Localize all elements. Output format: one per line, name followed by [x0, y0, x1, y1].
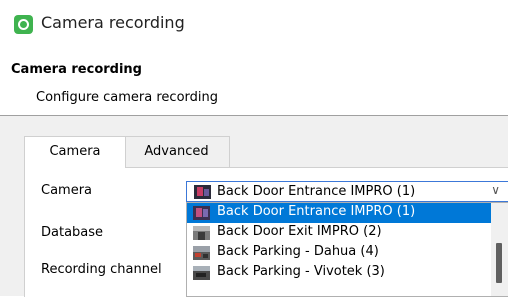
- camera-dropdown-list: Back Door Entrance IMPRO (1) Back Door E…: [186, 202, 508, 297]
- dropdown-option-label: Back Parking - Vivotek (3): [217, 264, 385, 279]
- dropdown-scrollbar[interactable]: [491, 203, 508, 296]
- recording-channel-label: Recording channel: [41, 262, 162, 277]
- camera-thumbnail-icon: [193, 246, 210, 260]
- dropdown-option-label: Back Door Exit IMPRO (2): [217, 224, 382, 239]
- chevron-down-icon[interactable]: ∨: [491, 183, 500, 197]
- scrollbar-thumb[interactable]: [496, 243, 502, 283]
- window-title: Camera recording: [41, 13, 185, 32]
- dropdown-option[interactable]: Back Parking - Dahua (4): [187, 243, 491, 263]
- dropdown-option[interactable]: Back Door Entrance IMPRO (1): [187, 203, 491, 223]
- dropdown-option-label: Back Parking - Dahua (4): [217, 244, 379, 259]
- camera-label: Camera: [41, 183, 93, 198]
- tab-advanced[interactable]: Advanced: [124, 136, 230, 167]
- page-subtitle: Configure camera recording: [36, 90, 218, 105]
- camera-select-value: Back Door Entrance IMPRO (1): [217, 184, 416, 199]
- camera-thumbnail-icon: [193, 266, 210, 280]
- dropdown-option[interactable]: Back Door Exit IMPRO (2): [187, 223, 491, 243]
- camera-thumbnail-icon: [194, 185, 211, 199]
- camera-thumbnail-icon: [193, 226, 210, 240]
- content-area: Camera Advanced Camera Database Recordin…: [0, 116, 508, 297]
- tab-camera[interactable]: Camera: [24, 136, 126, 168]
- camera-thumbnail-icon: [193, 206, 210, 220]
- dropdown-option[interactable]: Back Parking - Vivotek (3): [187, 263, 491, 283]
- page-title: Camera recording: [11, 62, 142, 77]
- camera-app-icon: [14, 15, 33, 34]
- database-label: Database: [41, 225, 104, 240]
- camera-select[interactable]: Back Door Entrance IMPRO (1) ∨: [186, 181, 508, 202]
- window-title-bar: Camera recording: [0, 0, 508, 48]
- camera-tab-panel: Camera Database Recording channel Back D…: [24, 167, 508, 297]
- dropdown-option-label: Back Door Entrance IMPRO (1): [217, 204, 416, 219]
